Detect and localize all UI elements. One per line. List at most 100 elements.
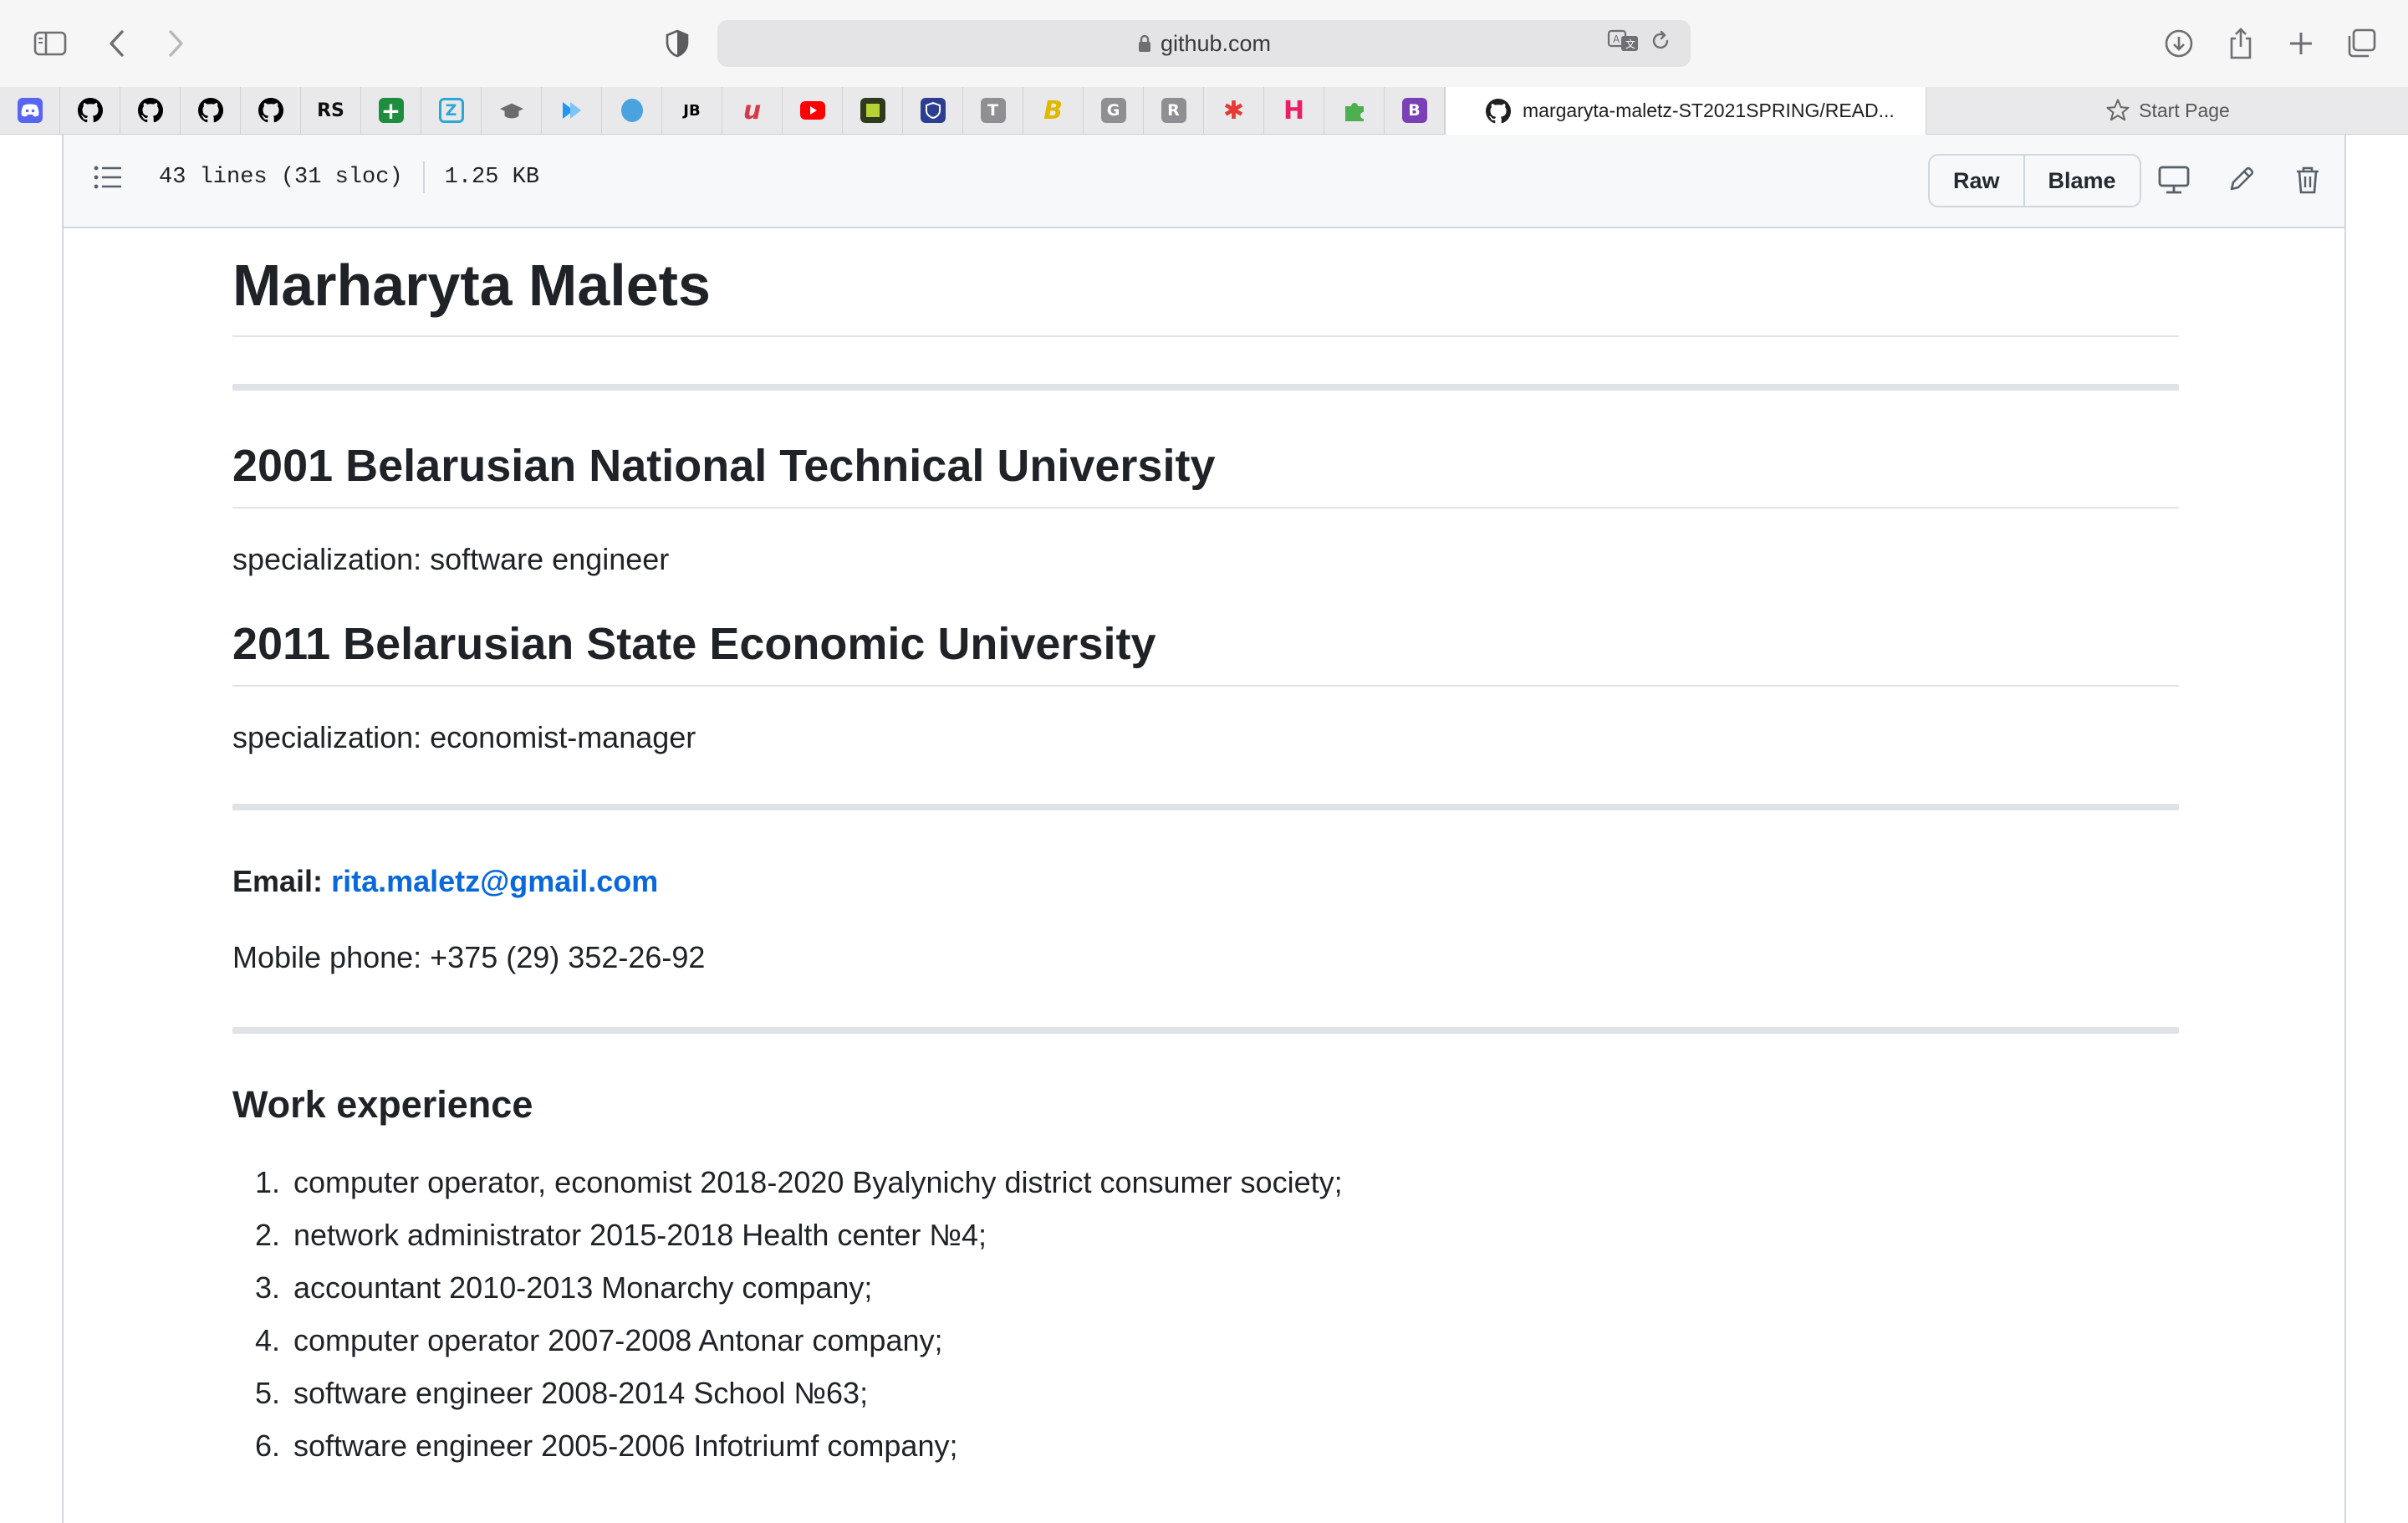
github-icon (77, 98, 103, 123)
url-text: github.com (1160, 30, 1272, 56)
favorite-asterisk[interactable]: ✱ (1204, 87, 1264, 134)
privacy-shield-icon[interactable] (659, 25, 696, 62)
list-item-number: 5. (254, 1376, 280, 1411)
tab-readme[interactable]: margaryta-maletz-ST2021SPRING/READ... (1445, 87, 1926, 135)
github-icon (258, 98, 283, 123)
favorite-blob[interactable] (602, 87, 662, 134)
github-icon (137, 98, 163, 123)
list-item-text: software engineer 2005-2006 Infotriumf c… (293, 1428, 958, 1464)
start-page-label: Start Page (2139, 99, 2230, 121)
b-box-icon: B (1401, 98, 1427, 123)
favorite-sheets[interactable]: + (361, 87, 421, 134)
b-italic-icon: B (1043, 95, 1063, 125)
puzzle-icon (1342, 98, 1367, 123)
jetbrains-icon: JB (683, 101, 701, 120)
favorite-b-box[interactable]: B (1385, 87, 1445, 134)
favorite-github[interactable] (181, 87, 241, 134)
pencil-icon[interactable] (2222, 161, 2259, 198)
favorite-z-app[interactable]: Z (421, 87, 482, 134)
file-actions: Raw Blame (1928, 154, 2141, 207)
list-item: 5. software engineer 2008-2014 School №63… (232, 1367, 2179, 1419)
favorite-g-letter[interactable]: G (1084, 87, 1144, 134)
education-specialization-2: specialization: economist-manager (232, 719, 696, 754)
square-icon (860, 98, 885, 123)
lock-icon (1138, 34, 1150, 52)
discord-icon (17, 98, 43, 123)
favorite-cap[interactable] (482, 87, 542, 134)
new-tab-icon[interactable] (2283, 25, 2319, 62)
favorite-r-letter[interactable]: R (1144, 87, 1204, 134)
share-icon[interactable] (2222, 25, 2259, 62)
work-experience-list: 1. computer operator, economist 2018-2020… (232, 1156, 2179, 1472)
shield-icon (920, 98, 946, 123)
sidebar-toggle-icon[interactable] (32, 25, 69, 62)
favorite-play[interactable] (542, 87, 602, 134)
display-desktop-icon[interactable] (2155, 161, 2192, 198)
divider (422, 161, 425, 193)
favorite-puzzle[interactable] (1324, 87, 1385, 134)
favorite-github[interactable] (60, 87, 120, 134)
tab-title: margaryta-maletz-ST2021SPRING/READ... (1523, 100, 1895, 121)
favorite-u-logo[interactable]: u (722, 87, 783, 134)
favorite-github[interactable] (120, 87, 181, 134)
favorite-jetbrains[interactable]: JB (662, 87, 722, 134)
favorite-h-letter[interactable]: H (1264, 87, 1324, 134)
favorite-rs-school[interactable]: RS (301, 87, 361, 134)
horizontal-rule (232, 804, 2179, 811)
g-letter-icon: G (1100, 98, 1126, 123)
blob-icon (620, 98, 645, 123)
play-icon (559, 98, 584, 123)
list-item-number: 3. (254, 1270, 280, 1306)
list-item: 6. software engineer 2005-2006 Infotriumf… (232, 1419, 2179, 1472)
work-experience-heading: Work experience (232, 1083, 533, 1127)
email-link[interactable]: rita.maletz@gmail.com (331, 864, 658, 898)
github-icon (1486, 98, 1511, 123)
downloads-icon[interactable] (2161, 25, 2197, 62)
back-icon[interactable] (99, 25, 135, 62)
star-icon (2106, 99, 2130, 121)
favorite-b-italic[interactable]: B (1023, 87, 1084, 134)
list-item: 2. network administrator 2015-2018 Health… (232, 1209, 2179, 1261)
h-letter-icon: H (1283, 95, 1305, 125)
favorite-github[interactable] (241, 87, 301, 134)
list-item-number: 6. (254, 1428, 280, 1464)
asterisk-icon: ✱ (1222, 95, 1245, 125)
file-size: 1.25 KB (444, 165, 540, 190)
favorite-discord[interactable] (0, 87, 60, 134)
translate-icon[interactable]: A文 (1607, 28, 1640, 54)
list-item-text: computer operator, economist 2018-2020 B… (293, 1165, 1343, 1200)
list-item-number: 4. (254, 1323, 280, 1358)
favorite-square[interactable] (843, 87, 903, 134)
file-info: 43 lines (31 sloc) 1.25 KB (159, 161, 539, 193)
address-bar[interactable]: github.com A文 (717, 20, 1691, 67)
trash-icon[interactable] (2289, 161, 2326, 198)
tab-overview-icon[interactable] (2343, 25, 2380, 62)
favorites-bar: RS + Z JB u T B G R ✱ H B (0, 87, 1445, 134)
forward-icon[interactable] (157, 25, 194, 62)
email-line: Email: rita.maletz@gmail.com (232, 861, 2179, 902)
reload-icon[interactable] (1649, 29, 1672, 53)
list-item-number: 2. (254, 1218, 280, 1253)
youtube-icon (799, 98, 825, 123)
horizontal-rule (232, 1027, 2179, 1035)
t-letter-icon: T (980, 98, 1006, 123)
phone-line: Mobile phone: +375 (29) 352-26-92 (232, 939, 706, 974)
u-logo-icon: u (742, 95, 762, 125)
github-page: 43 lines (31 sloc) 1.25 KB Raw Blame Mar… (0, 135, 2408, 1523)
raw-button[interactable]: Raw (1930, 156, 2023, 206)
browser-toolbar: github.com A文 (0, 0, 2408, 88)
email-label: Email: (232, 864, 324, 899)
readme-title: Marharyta Malets (232, 227, 2179, 337)
horizontal-rule (232, 384, 2179, 391)
list-item-text: computer operator 2007-2008 Antonar comp… (293, 1323, 943, 1358)
list-item-text: network administrator 2015-2018 Health c… (293, 1218, 987, 1253)
sheets-icon: + (378, 97, 404, 125)
blame-button[interactable]: Blame (2023, 156, 2140, 206)
favorite-shield[interactable] (903, 87, 963, 134)
svg-text:A: A (1613, 33, 1620, 45)
favorite-youtube[interactable] (783, 87, 843, 134)
outline-list-icon[interactable] (94, 165, 122, 194)
favorite-t-letter[interactable]: T (963, 87, 1023, 134)
tab-start-page[interactable]: Start Page (1927, 87, 2408, 134)
tab-bar: RS + Z JB u T B G R ✱ H B margaryta-maletz-ST2021SP… (0, 87, 2408, 135)
